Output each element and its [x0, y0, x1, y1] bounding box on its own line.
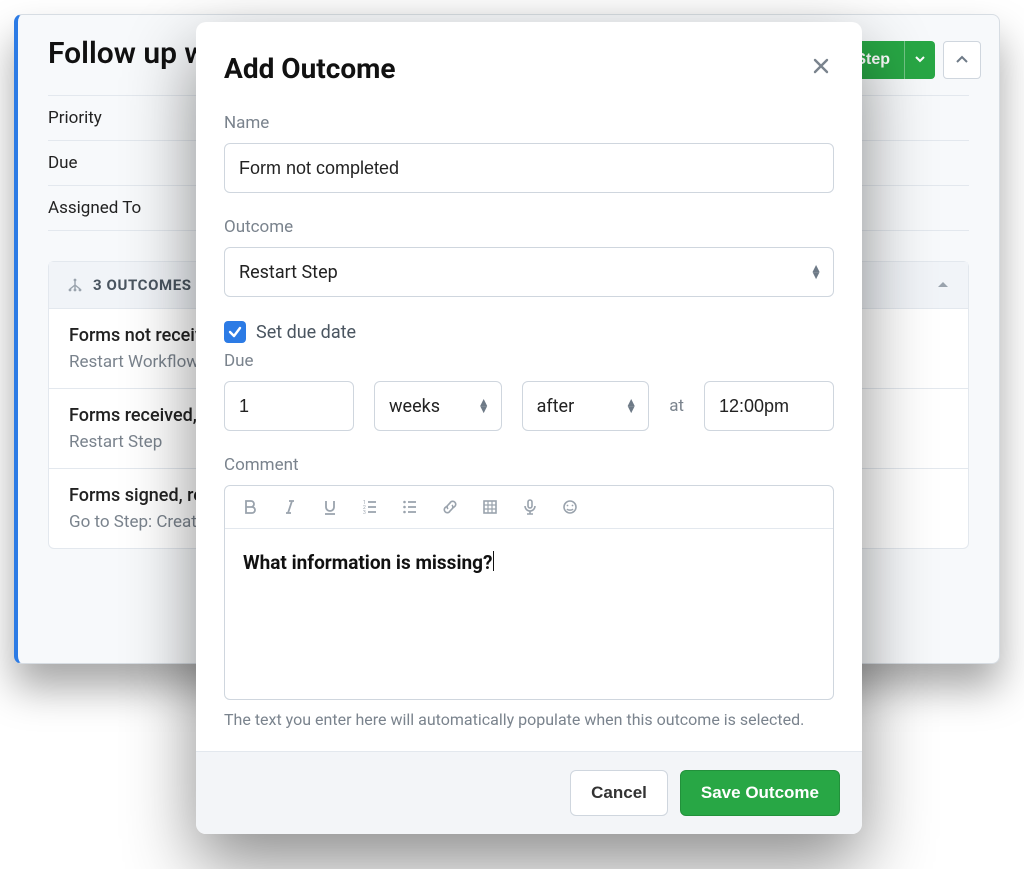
- outcome-select[interactable]: Restart Step: [224, 247, 834, 297]
- emoji-button[interactable]: [559, 496, 581, 518]
- emoji-icon: [562, 499, 578, 515]
- svg-text:3: 3: [363, 510, 366, 515]
- modal-title: Add Outcome: [224, 52, 396, 85]
- name-section: Name: [224, 113, 834, 193]
- priority-label: Priority: [48, 108, 208, 128]
- table-button[interactable]: [479, 496, 501, 518]
- set-due-date-label: Set due date: [256, 322, 356, 343]
- comment-label: Comment: [224, 455, 834, 475]
- name-input[interactable]: [224, 143, 834, 193]
- unordered-list-button[interactable]: [399, 496, 421, 518]
- step-dropdown-toggle[interactable]: [904, 41, 935, 79]
- modal-close-button[interactable]: [808, 52, 834, 85]
- table-icon: [482, 499, 498, 515]
- outcome-label: Outcome: [224, 217, 834, 237]
- header-actions: Step: [841, 41, 981, 79]
- due-unit-select[interactable]: weeks: [374, 381, 502, 431]
- set-due-date-checkbox[interactable]: [224, 321, 246, 343]
- check-icon: [228, 325, 242, 339]
- underline-button[interactable]: [319, 496, 341, 518]
- text-cursor: [493, 551, 494, 571]
- outcomes-count-label: 3 OUTCOMES: [93, 276, 192, 294]
- due-time-input[interactable]: [704, 381, 834, 431]
- due-relation-select[interactable]: after: [522, 381, 650, 431]
- comment-helper-text: The text you enter here will automatical…: [224, 710, 834, 729]
- comment-editor: 123 What information is missing?: [224, 485, 834, 700]
- add-outcome-modal: Add Outcome Name Outcome Restart Step ▲▼…: [196, 22, 862, 834]
- chevron-up-icon: [936, 278, 950, 292]
- at-label: at: [669, 396, 684, 416]
- bold-button[interactable]: [239, 496, 261, 518]
- name-label: Name: [224, 113, 834, 133]
- mic-button[interactable]: [519, 496, 541, 518]
- bold-icon: [242, 499, 258, 515]
- comment-textarea[interactable]: What information is missing?: [225, 529, 833, 699]
- close-icon: [812, 57, 830, 75]
- collapse-up-button[interactable]: [943, 41, 981, 79]
- unordered-list-icon: [402, 499, 418, 515]
- link-button[interactable]: [439, 496, 461, 518]
- italic-button[interactable]: [279, 496, 301, 518]
- chevron-up-icon: [955, 53, 969, 67]
- underline-icon: [322, 499, 338, 515]
- modal-footer: Cancel Save Outcome: [196, 751, 862, 834]
- ordered-list-button[interactable]: 123: [359, 496, 381, 518]
- link-icon: [442, 499, 458, 515]
- italic-icon: [282, 499, 298, 515]
- comment-text: What information is missing?: [243, 551, 492, 574]
- comment-section: Comment 123 What information is missing?: [224, 455, 834, 729]
- microphone-icon: [522, 499, 538, 515]
- due-label: Due: [48, 153, 208, 173]
- branch-icon: [67, 277, 83, 293]
- due-label: Due: [224, 351, 834, 371]
- caret-down-icon: [915, 54, 925, 64]
- save-outcome-button[interactable]: Save Outcome: [680, 770, 840, 816]
- cancel-button[interactable]: Cancel: [570, 770, 668, 816]
- due-amount-input[interactable]: [224, 381, 354, 431]
- editor-toolbar: 123: [225, 486, 833, 529]
- outcome-section: Outcome Restart Step ▲▼: [224, 217, 834, 297]
- assigned-to-label: Assigned To: [48, 198, 208, 218]
- ordered-list-icon: 123: [362, 499, 378, 515]
- due-section: Set due date Due weeks ▲▼ after ▲▼ at: [224, 321, 834, 431]
